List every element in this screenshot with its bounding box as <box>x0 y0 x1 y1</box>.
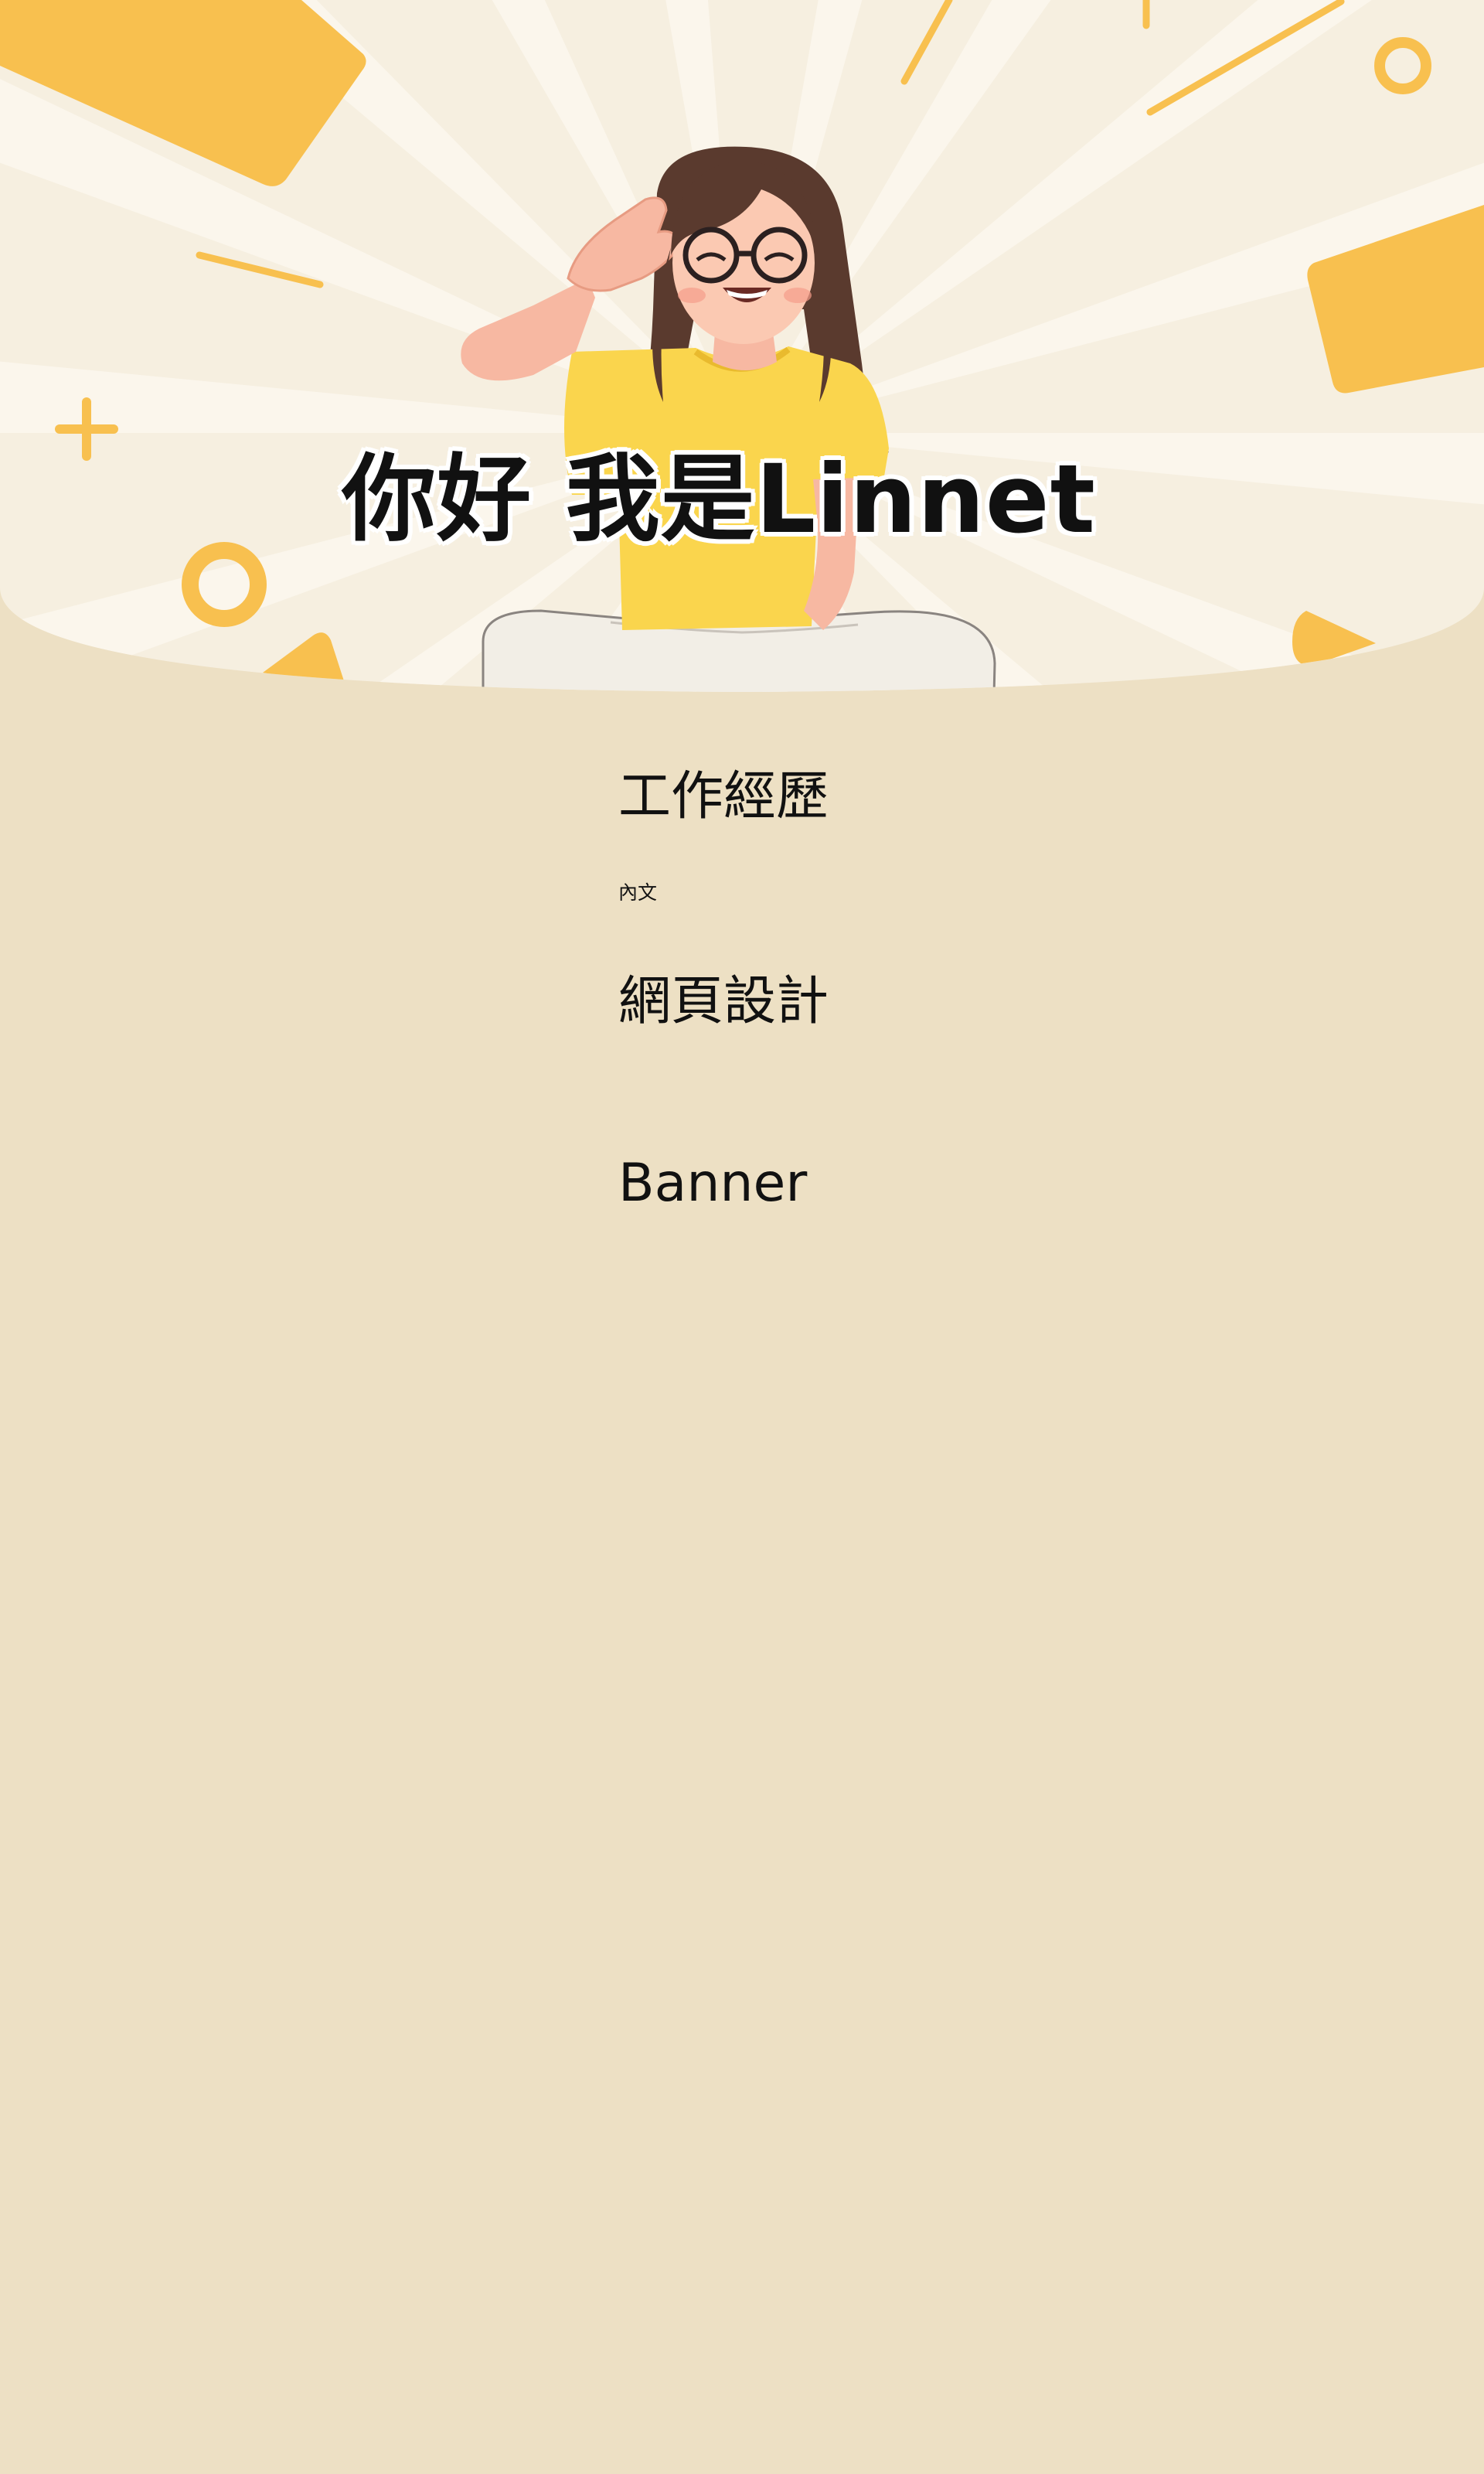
section-title-work-experience: 工作經歷 <box>618 766 829 827</box>
section-title-web-design: 網頁設計 <box>618 971 829 1032</box>
hero-section: 你好 我是Linnet <box>0 0 1484 696</box>
hero-title: 你好 我是Linnet <box>342 445 1096 554</box>
page: 你好 我是Linnet 工作經歷 內文 網頁設計 Banner <box>0 0 1484 2474</box>
section-body-work-experience: 內文 <box>618 881 658 904</box>
hero-background-illustration <box>0 0 1484 692</box>
section-title-banner: Banner <box>618 1153 808 1214</box>
